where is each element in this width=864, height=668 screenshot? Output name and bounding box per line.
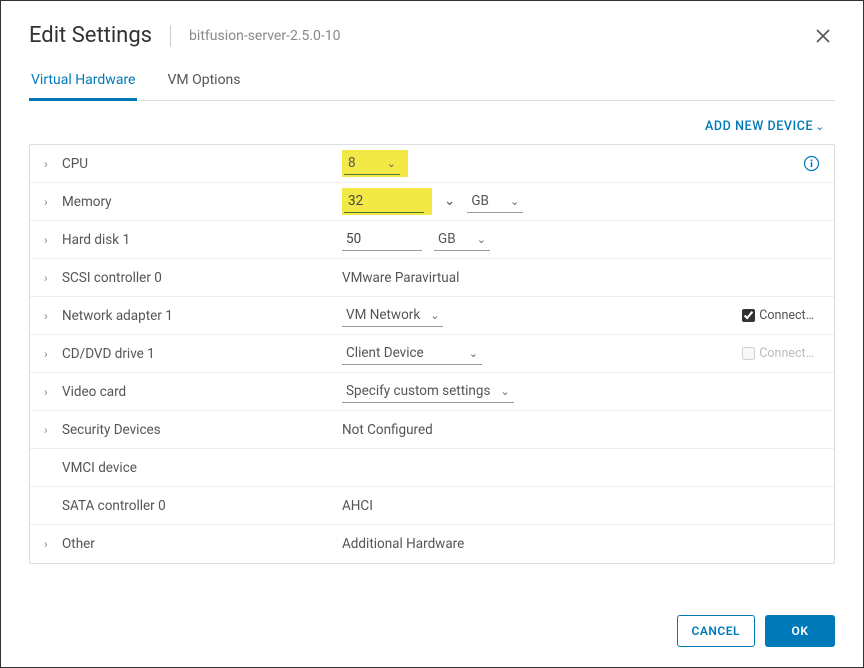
- security-value: Not Configured: [342, 422, 820, 438]
- memory-label: Memory: [62, 194, 342, 210]
- other-value: Additional Hardware: [342, 536, 820, 552]
- cancel-button[interactable]: CANCEL: [677, 615, 755, 647]
- chevron-down-icon: ⌄: [510, 195, 519, 208]
- memory-input[interactable]: [344, 190, 424, 213]
- disk-unit-select[interactable]: GB ⌄: [434, 228, 490, 251]
- cpu-value: 8: [348, 155, 377, 171]
- scsi-value: VMware Paravirtual: [342, 270, 820, 286]
- memory-unit: GB: [471, 193, 500, 209]
- row-security: › Security Devices Not Configured: [30, 411, 834, 449]
- vm-name: bitfusion-server-2.5.0-10: [189, 28, 340, 44]
- row-sata: SATA controller 0 AHCI: [30, 487, 834, 525]
- network-select[interactable]: VM Network ⌄: [342, 304, 443, 327]
- hardware-table: › CPU 8 ⌄ › Memory ⌄: [29, 144, 835, 564]
- row-other: › Other Additional Hardware: [30, 525, 834, 563]
- close-icon[interactable]: [811, 24, 835, 48]
- chevron-down-icon: ⌄: [477, 233, 486, 246]
- row-cpu: › CPU 8 ⌄: [30, 145, 834, 183]
- sata-value: AHCI: [342, 498, 820, 514]
- connect-label: Connect…: [759, 346, 814, 361]
- expand-icon[interactable]: ›: [44, 385, 62, 399]
- video-label: Video card: [62, 384, 342, 400]
- tab-virtual-hardware[interactable]: Virtual Hardware: [29, 66, 137, 101]
- disk-size-input[interactable]: [342, 228, 422, 251]
- vmci-label: VMCI device: [62, 460, 342, 476]
- chevron-down-icon: ⌄: [387, 157, 396, 170]
- cpu-label: CPU: [62, 156, 342, 172]
- cpu-select[interactable]: 8 ⌄: [344, 152, 400, 175]
- expand-icon[interactable]: ›: [44, 309, 62, 323]
- checkbox-icon[interactable]: [742, 309, 755, 322]
- cdrom-label: CD/DVD drive 1: [62, 346, 342, 362]
- network-connect-checkbox[interactable]: Connect…: [742, 308, 814, 323]
- chevron-down-icon: ⌄: [500, 385, 509, 398]
- expand-icon[interactable]: ›: [44, 423, 62, 437]
- expand-icon[interactable]: ›: [44, 195, 62, 209]
- sata-label: SATA controller 0: [62, 498, 342, 514]
- cdrom-select[interactable]: Client Device ⌄: [342, 342, 482, 365]
- tab-vm-options[interactable]: VM Options: [165, 66, 242, 100]
- add-new-device-button[interactable]: ADD NEW DEVICE⌄: [29, 113, 835, 144]
- row-video: › Video card Specify custom settings ⌄: [30, 373, 834, 411]
- chevron-down-icon: ⌄: [469, 347, 478, 360]
- scsi-label: SCSI controller 0: [62, 270, 342, 286]
- video-select[interactable]: Specify custom settings ⌄: [342, 380, 514, 403]
- row-hard-disk: › Hard disk 1 GB ⌄: [30, 221, 834, 259]
- chevron-down-icon: ⌄: [815, 120, 825, 133]
- connect-label: Connect…: [759, 308, 814, 323]
- expand-icon[interactable]: ›: [44, 347, 62, 361]
- dialog-title: Edit Settings: [29, 23, 152, 48]
- row-scsi: › SCSI controller 0 VMware Paravirtual: [30, 259, 834, 297]
- disk-unit: GB: [438, 231, 467, 247]
- checkbox-icon: [742, 347, 755, 360]
- header-divider: [170, 25, 171, 47]
- network-label: Network adapter 1: [62, 308, 342, 324]
- expand-icon[interactable]: ›: [44, 233, 62, 247]
- security-label: Security Devices: [62, 422, 342, 438]
- network-value: VM Network: [346, 307, 420, 323]
- other-label: Other: [62, 536, 342, 552]
- chevron-down-icon: ⌄: [430, 309, 439, 322]
- video-value: Specify custom settings: [346, 383, 490, 399]
- row-cdrom: › CD/DVD drive 1 Client Device ⌄ Connect…: [30, 335, 834, 373]
- expand-icon[interactable]: ›: [44, 537, 62, 551]
- row-memory: › Memory ⌄ GB ⌄: [30, 183, 834, 221]
- row-vmci: VMCI device: [30, 449, 834, 487]
- expand-icon[interactable]: ›: [44, 271, 62, 285]
- add-new-device-label: ADD NEW DEVICE: [705, 119, 813, 134]
- tabs: Virtual Hardware VM Options: [29, 66, 835, 101]
- cdrom-value: Client Device: [346, 345, 459, 361]
- expand-icon[interactable]: ›: [44, 157, 62, 171]
- disk-label: Hard disk 1: [62, 232, 342, 248]
- ok-button[interactable]: OK: [765, 615, 835, 647]
- memory-unit-select[interactable]: GB ⌄: [467, 190, 523, 213]
- chevron-down-icon[interactable]: ⌄: [444, 193, 455, 210]
- info-icon[interactable]: [803, 155, 820, 172]
- row-network: › Network adapter 1 VM Network ⌄ Connect…: [30, 297, 834, 335]
- cdrom-connect-checkbox: Connect…: [742, 346, 814, 361]
